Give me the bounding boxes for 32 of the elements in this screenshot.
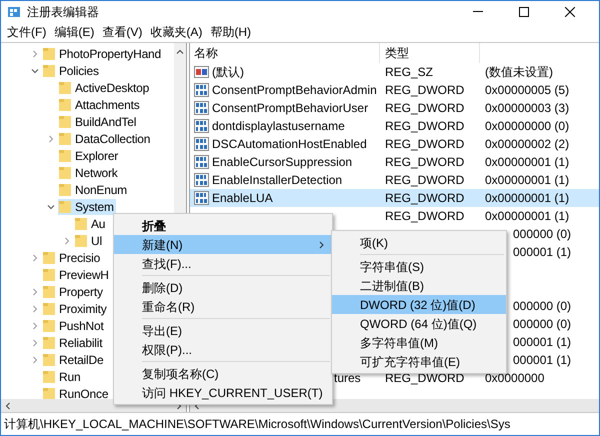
- window-title: 注册表编辑器: [27, 4, 99, 20]
- value-name: ConsentPromptBehaviorUser: [212, 100, 368, 117]
- value-name: dontdisplaylastusername: [212, 118, 345, 135]
- value-data: (数值未设置): [485, 65, 553, 79]
- value-type: REG_DWORD: [385, 173, 464, 187]
- value-data: 0x00000005 (5): [485, 83, 570, 97]
- status-bar-path: 计算机\HKEY_LOCAL_MACHINE\SOFTWARE\Microsoft\Windows\CurrentVersion\Policies\Sys: [4, 416, 510, 433]
- value-type: REG_DWORD: [385, 191, 464, 205]
- value-data: 0x00000001 (1): [485, 209, 570, 223]
- value-data: 0x00000001 (1): [485, 155, 570, 169]
- value-data: 0x0000000: [485, 371, 544, 385]
- value-name: tures: [334, 370, 361, 387]
- value-type: REG_DWORD: [385, 119, 464, 133]
- value-name: EnableLUA: [212, 190, 273, 207]
- value-data: 0x00000002 (2): [485, 137, 570, 151]
- value-type: REG_DWORD: [385, 371, 464, 385]
- value-name: (默认): [212, 64, 244, 81]
- value-type: REG_SZ: [385, 65, 434, 79]
- value-name: DSCAutomationHostEnabled: [212, 136, 367, 153]
- value-data: 0x00000001 (1): [485, 191, 570, 205]
- value-name: ConsentPromptBehaviorAdmin: [212, 82, 377, 99]
- value-type: REG_DWORD: [385, 137, 464, 151]
- value-type: REG_DWORD: [385, 101, 464, 115]
- value-type: REG_DWORD: [385, 83, 464, 97]
- value-data: 0x00000003 (3): [485, 101, 570, 115]
- value-data: 000000 (0): [513, 227, 572, 241]
- value-data: 0x00000000 (0): [485, 119, 570, 133]
- value-type: REG_DWORD: [385, 155, 464, 169]
- value-name: EnableCursorSuppression: [212, 154, 352, 171]
- value-name: EnableInstallerDetection: [212, 172, 342, 189]
- value-type: REG_DWORD: [385, 209, 464, 223]
- value-data: 0x00000001 (1): [485, 173, 570, 187]
